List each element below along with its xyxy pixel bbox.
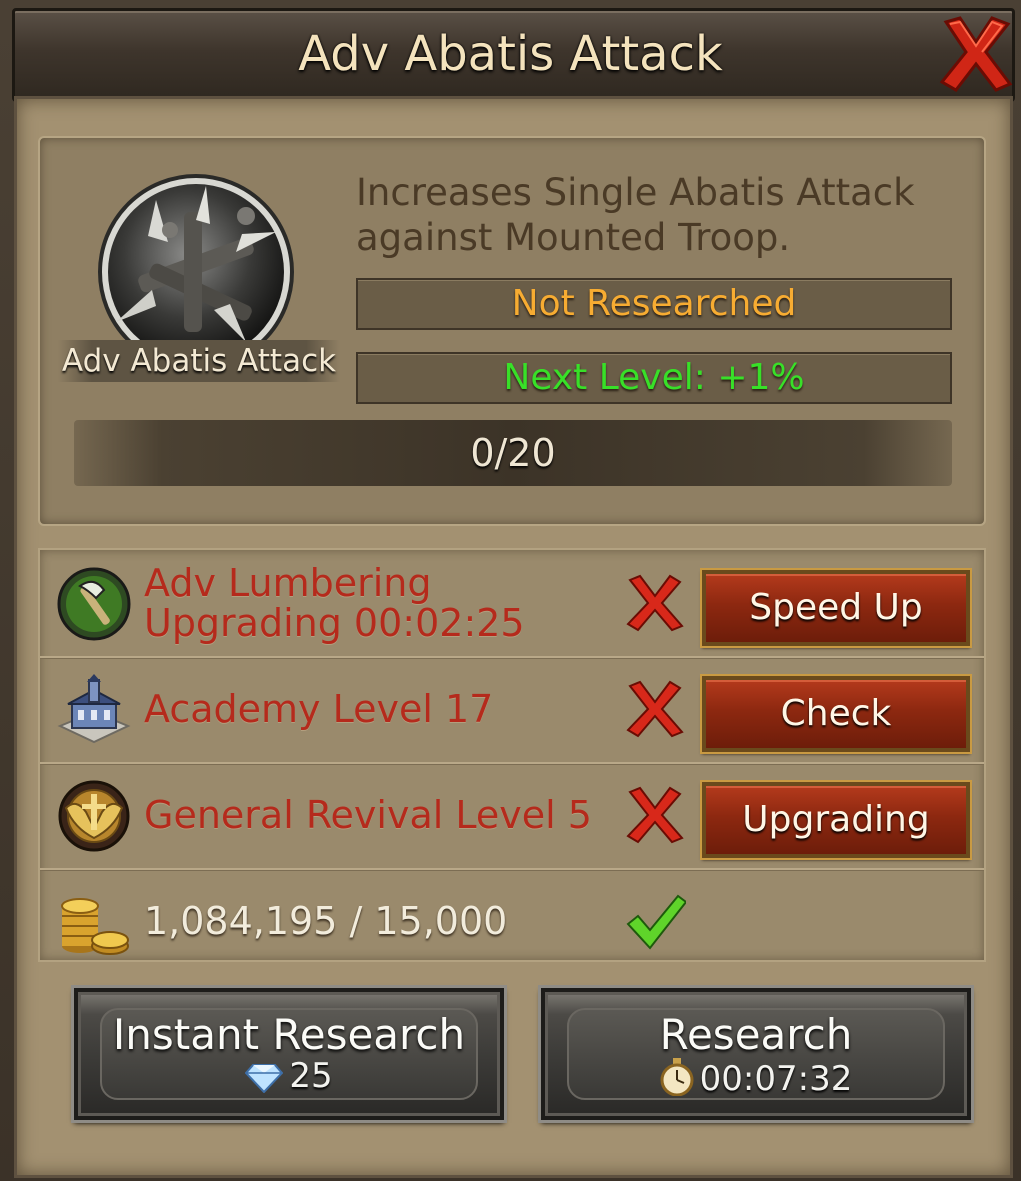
research-time-value: 00:07:32	[699, 1059, 853, 1099]
academy-building-icon	[56, 672, 132, 748]
requirement-row: 1,084,195 / 15,000	[40, 868, 984, 960]
met-checkmark-icon	[624, 890, 688, 952]
close-button[interactable]	[938, 12, 1014, 94]
instant-cost-value: 25	[289, 1056, 333, 1096]
research-button[interactable]: Research 00:07:32	[538, 985, 974, 1123]
unmet-x-icon	[624, 572, 686, 634]
requirement-text: Adv Lumbering Upgrading 00:02:25	[144, 550, 644, 656]
instant-research-cost: 25	[78, 1058, 500, 1094]
requirement-row: General Revival Level 5 Upgrading	[40, 762, 984, 870]
requirement-timer: Upgrading 00:02:25	[144, 601, 525, 645]
requirement-row: Academy Level 17 Check	[40, 656, 984, 764]
general-revival-emblem-icon	[56, 778, 132, 854]
gold-amount-text: 1,084,195 / 15,000	[144, 899, 508, 943]
research-description: Increases Single Abatis Attack against M…	[356, 171, 915, 259]
progress-text: 0/20	[470, 431, 556, 475]
check-button[interactable]: Check	[700, 674, 972, 754]
close-icon	[939, 16, 1013, 92]
research-label: Research	[659, 1010, 853, 1059]
lumbering-axe-icon	[56, 566, 132, 642]
next-level-bonus-bar: Next Level: +1%	[356, 352, 952, 404]
stopwatch-icon	[660, 1058, 694, 1097]
unmet-x-icon	[624, 784, 686, 846]
requirement-text: General Revival Level 5	[144, 793, 592, 837]
speed-up-button[interactable]: Speed Up	[700, 568, 972, 648]
upgrading-button[interactable]: Upgrading	[700, 780, 972, 860]
requirement-row: Adv Lumbering Upgrading 00:02:25 Speed U…	[40, 550, 984, 658]
requirements-panel: Adv Lumbering Upgrading 00:02:25 Speed U…	[38, 548, 986, 962]
dialog-title: Adv Abatis Attack	[298, 26, 723, 82]
research-status-bar: Not Researched	[356, 278, 952, 330]
instant-research-button[interactable]: Instant Research 25	[71, 985, 507, 1123]
instant-research-label: Instant Research	[112, 1010, 466, 1059]
research-name-label: Adv Abatis Attack	[58, 340, 340, 382]
diamond-icon	[245, 1064, 284, 1094]
research-time: 00:07:32	[545, 1058, 967, 1097]
requirement-text: Academy Level 17	[144, 687, 494, 731]
research-level-progress: 0/20	[74, 420, 952, 486]
requirement-name: Adv Lumbering	[144, 561, 432, 605]
unmet-x-icon	[624, 678, 686, 740]
gold-coins-icon	[56, 884, 132, 960]
